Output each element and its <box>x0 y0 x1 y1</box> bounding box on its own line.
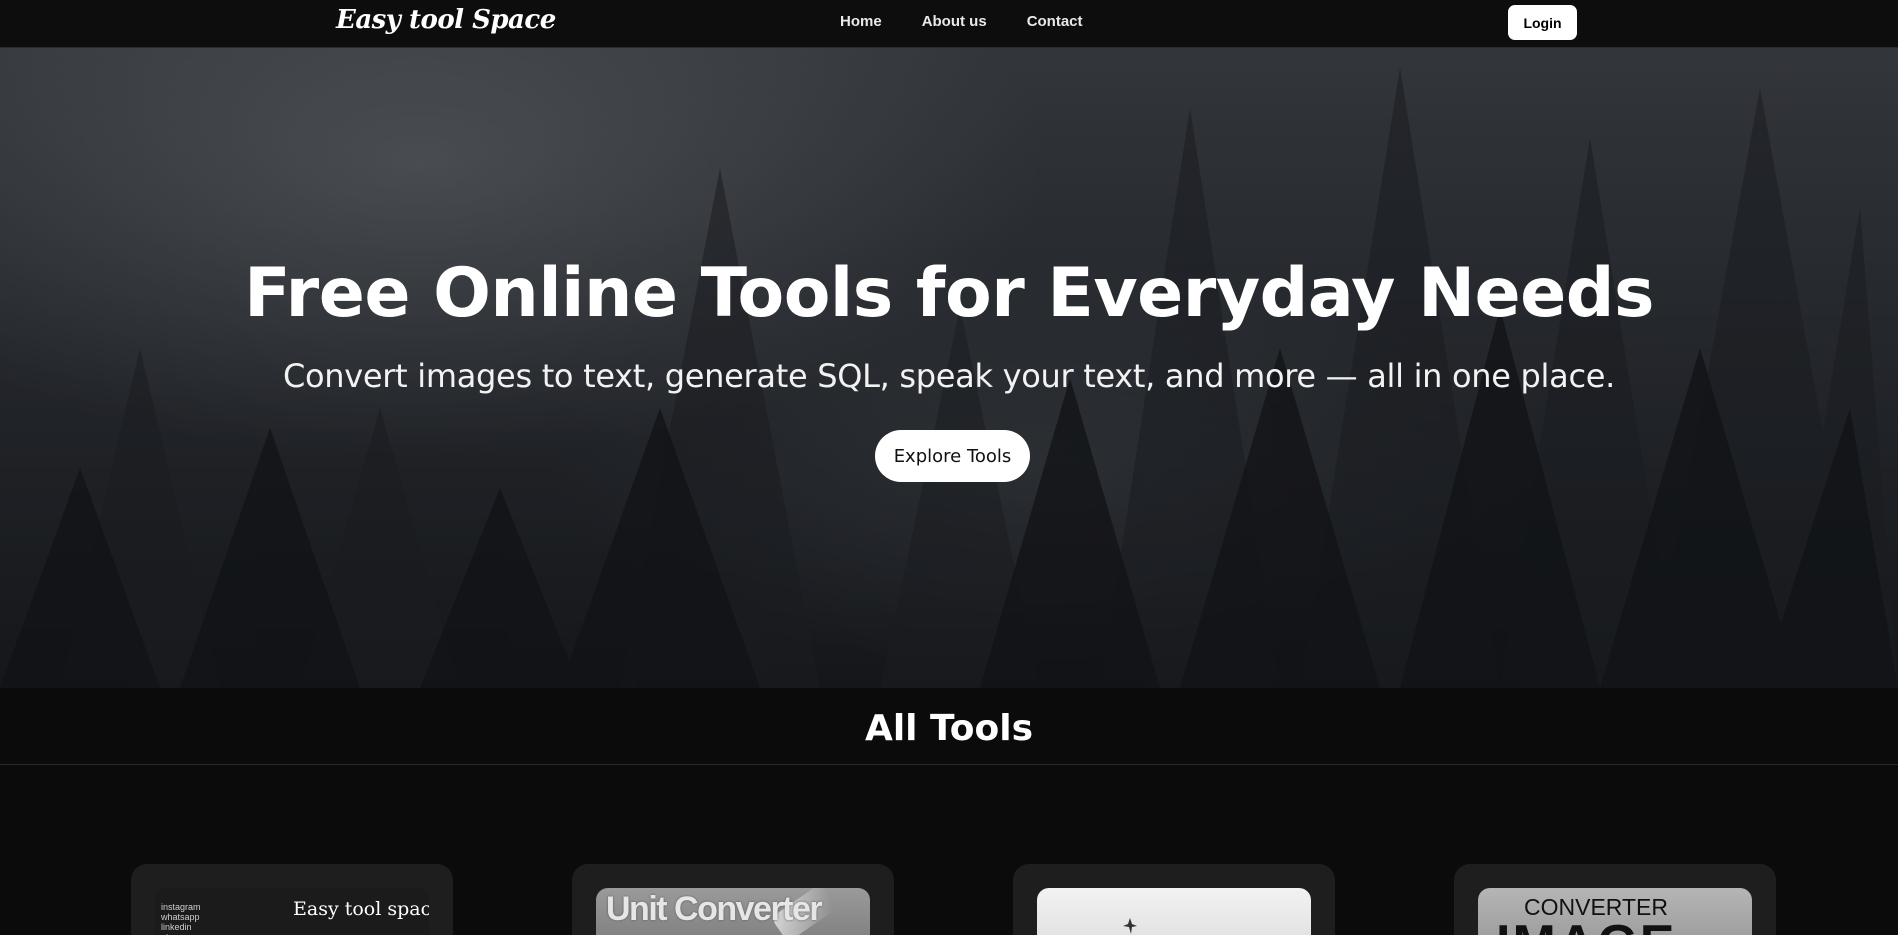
thumbnail-brand-text: Easy tool space <box>293 898 429 920</box>
tool-card-thumbnail: Unit Converter <box>596 888 870 935</box>
tools-section-title: All Tools <box>864 708 1034 749</box>
thumbnail-figure-icon <box>1123 918 1137 934</box>
hero-subtitle: Convert images to text, generate SQL, sp… <box>282 357 1616 395</box>
tool-card-thumbnail <box>1037 888 1311 935</box>
tool-card-thumbnail: CONVERTER IMAGE <box>1478 888 1752 935</box>
thumbnail-list: instagram whatsapp linkedin etc <box>161 902 201 935</box>
navbar: Easy tool Space Home About us Contact Lo… <box>0 0 1898 48</box>
login-button[interactable]: Login <box>1508 5 1577 40</box>
thumbnail-big-text: IMAGE <box>1496 914 1676 935</box>
tools-section-header: All Tools <box>0 688 1898 765</box>
tool-card-thumbnail: instagram whatsapp linkedin etc Easy too… <box>155 888 429 935</box>
tool-card-4[interactable]: CONVERTER IMAGE <box>1454 864 1776 935</box>
thumbnail-list-item: instagram <box>161 902 201 912</box>
hero-section: Free Online Tools for Everyday Needs Con… <box>0 48 1898 688</box>
thumbnail-title-text: Unit Converter <box>606 890 823 928</box>
tool-card-1[interactable]: instagram whatsapp linkedin etc Easy too… <box>131 864 453 935</box>
tool-card-2[interactable]: Unit Converter <box>572 864 894 935</box>
tool-card-3[interactable] <box>1013 864 1335 935</box>
hero-title: Free Online Tools for Everyday Needs <box>244 254 1654 333</box>
nav-link-home[interactable]: Home <box>840 13 882 30</box>
nav-link-contact[interactable]: Contact <box>1027 13 1083 30</box>
thumbnail-list-item: whatsapp <box>161 912 200 922</box>
thumbnail-list-item: linkedin <box>161 922 192 932</box>
explore-tools-button[interactable]: Explore Tools <box>875 430 1030 482</box>
nav-links: Home About us Contact <box>840 13 1083 30</box>
nav-link-about[interactable]: About us <box>922 13 987 30</box>
brand-logo[interactable]: Easy tool Space <box>336 5 556 35</box>
